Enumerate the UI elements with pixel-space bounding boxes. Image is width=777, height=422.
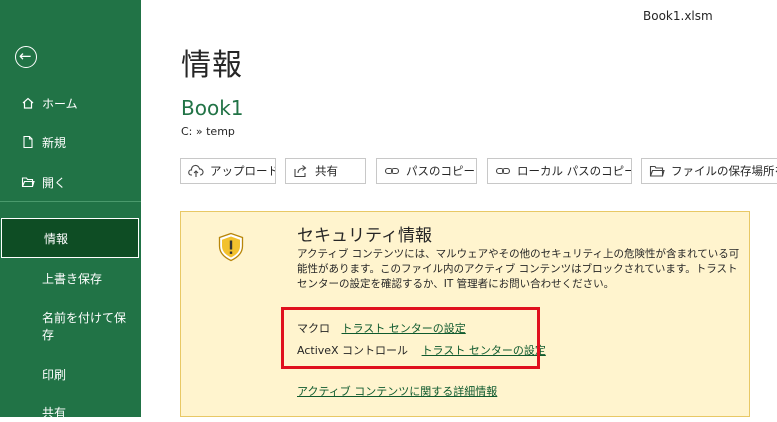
sidebar-item-save[interactable]: 上書き保存 — [0, 268, 141, 288]
upload-cloud-icon — [188, 164, 204, 177]
active-content-more-info-link[interactable]: アクティブ コンテンツに関する詳細情報 — [297, 385, 497, 398]
highlight-box — [281, 307, 540, 369]
sidebar-item-label: ホーム — [42, 96, 78, 111]
open-file-location-button[interactable]: ファイルの保存場所を — [641, 158, 777, 184]
backstage-sidebar: ← ホーム 新規 開く 情報 上書き保存 名前を付けて保存 印刷 共有 — [0, 0, 141, 420]
more-info-row: アクティブ コンテンツに関する詳細情報 — [297, 383, 497, 399]
copy-local-path-label: ローカル パスのコピー — [517, 164, 632, 178]
share-icon — [294, 165, 307, 178]
link-icon — [495, 167, 511, 175]
sidebar-item-label: 共有 — [42, 405, 67, 420]
open-folder-icon — [21, 177, 35, 188]
sidebar-item-label: 名前を付けて保存 — [42, 311, 127, 342]
open-file-location-label: ファイルの保存場所を — [671, 164, 777, 178]
sidebar-divider — [0, 201, 141, 202]
back-arrow-icon[interactable]: ← — [15, 46, 37, 68]
new-file-icon — [23, 135, 33, 149]
sidebar-item-label: 上書き保存 — [42, 271, 103, 286]
sidebar-item-label: 情報 — [44, 231, 69, 246]
security-description: アクティブ コンテンツには、マルウェアやその他のセキュリティ上の危険性が含まれて… — [297, 248, 740, 290]
window-filename: Book1.xlsm — [643, 9, 713, 23]
upload-label: アップロード — [210, 164, 276, 178]
sidebar-item-share[interactable]: 共有 — [0, 402, 141, 422]
sidebar-item-home[interactable]: ホーム — [0, 93, 141, 113]
folder-icon — [649, 165, 665, 177]
sidebar-item-info[interactable]: 情報 — [1, 218, 139, 258]
home-icon — [22, 97, 34, 109]
page-title: 情報 — [181, 48, 243, 83]
sidebar-item-print[interactable]: 印刷 — [0, 364, 141, 384]
sidebar-item-label: 開く — [42, 175, 67, 190]
share-label: 共有 — [315, 164, 338, 178]
workbook-name: Book1 — [181, 96, 244, 120]
security-title: セキュリティ情報 — [297, 226, 432, 246]
file-path: C: » temp — [181, 125, 235, 138]
copy-path-label: パスのコピー — [406, 164, 475, 178]
link-icon — [384, 167, 400, 175]
warning-shield-icon — [218, 232, 244, 262]
sidebar-item-label: 新規 — [42, 135, 67, 150]
sidebar-item-new[interactable]: 新規 — [0, 132, 141, 152]
share-button[interactable]: 共有 — [285, 158, 366, 184]
sidebar-item-save-as[interactable]: 名前を付けて保存 — [0, 309, 141, 345]
copy-path-button[interactable]: パスのコピー — [376, 158, 477, 184]
upload-button[interactable]: アップロード — [180, 158, 276, 184]
sidebar-item-open[interactable]: 開く — [0, 172, 141, 192]
copy-local-path-button[interactable]: ローカル パスのコピー — [487, 158, 632, 184]
sidebar-item-label: 印刷 — [42, 367, 67, 382]
